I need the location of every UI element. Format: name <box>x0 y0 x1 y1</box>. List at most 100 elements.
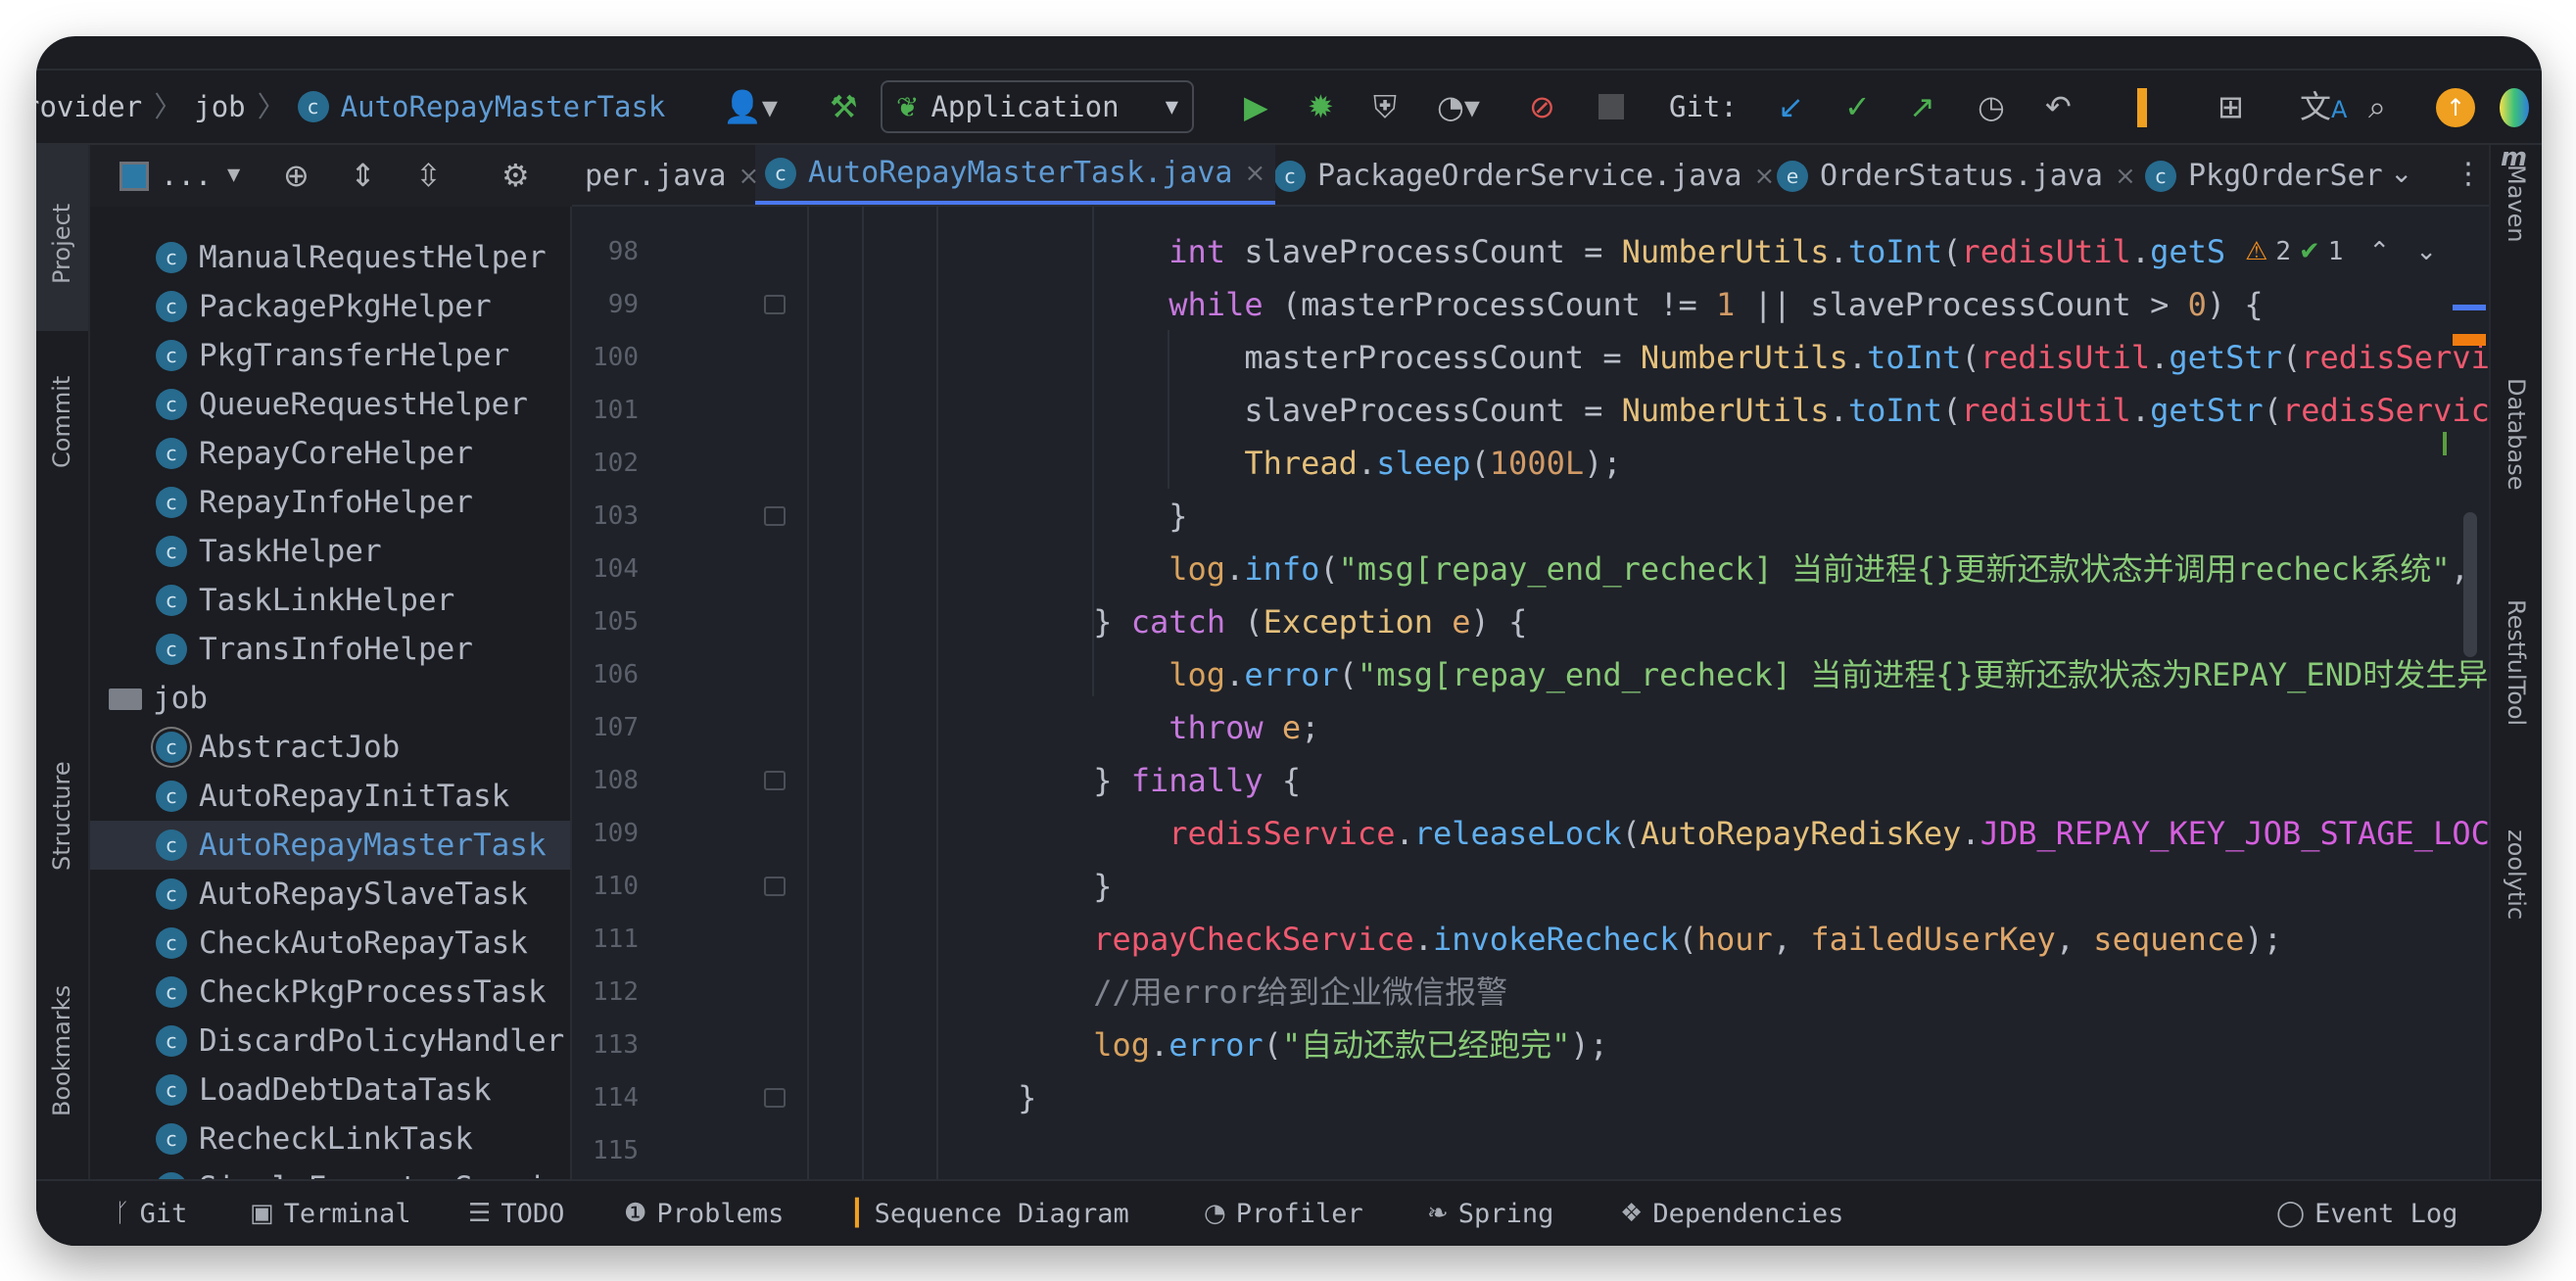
git-update-icon[interactable]: ↙ <box>1778 87 1804 126</box>
fold-marker-icon[interactable] <box>764 1088 786 1108</box>
editor-tab[interactable]: e OrderStatus.java × <box>1767 145 2146 205</box>
tool-window-terminal[interactable]: ▣ Terminal <box>250 1181 411 1246</box>
tool-window-problems[interactable]: ❶ Problems <box>624 1181 784 1246</box>
event-log-button[interactable]: ◯ Event Log <box>2276 1181 2457 1246</box>
search-icon[interactable]: ⌕ <box>2368 87 2386 126</box>
code-token: slaveProcessCount = <box>1225 233 1622 270</box>
project-view-icon[interactable] <box>119 162 149 191</box>
tree-item[interactable]: c TaskLinkHelper <box>90 576 570 625</box>
tool-database[interactable]: Database <box>2503 378 2530 491</box>
chevron-down-icon[interactable]: ▼ <box>227 163 240 187</box>
tool-window-profiler[interactable]: ◔ Profiler <box>1204 1181 1363 1246</box>
code-token: , <box>2055 921 2094 958</box>
expand-all-icon[interactable]: ⇕ <box>350 156 376 195</box>
fold-marker-icon[interactable] <box>764 877 786 896</box>
tree-item-label: AbstractJob <box>199 730 401 765</box>
fold-marker-icon[interactable] <box>764 295 786 314</box>
breadcrumb-package[interactable]: job <box>194 87 245 126</box>
project-view-select[interactable]: ... <box>161 156 212 195</box>
tree-item-label: AutoRepayInitTask <box>199 779 510 814</box>
tool-window-todo[interactable]: ☰ TODO <box>468 1181 564 1246</box>
gear-icon[interactable]: ⚙ <box>501 156 530 195</box>
code-editor[interactable]: 98 int slaveProcessCount = NumberUtils.to… <box>572 207 2489 1179</box>
collapse-all-icon[interactable]: ⇳ <box>415 156 442 195</box>
tree-item[interactable]: c QueueRequestHelper <box>90 380 570 429</box>
translate-icon[interactable]: 文A <box>2300 87 2347 129</box>
tool-window-sequence-diagram[interactable]: ┃ Sequence Diagram <box>849 1181 1129 1246</box>
tree-item[interactable]: c AutoRepaySlaveTask <box>90 870 570 919</box>
fold-marker-icon[interactable] <box>764 771 786 790</box>
history-icon[interactable]: ◷ <box>1978 87 2005 126</box>
class-icon: c <box>156 1172 187 1179</box>
user-icon[interactable]: 👤▾ <box>723 87 778 126</box>
tree-item[interactable]: c PkgTransferHelper <box>90 331 570 380</box>
add-bookmark-icon[interactable]: ⊞ <box>2218 87 2244 126</box>
git-push-icon[interactable]: ↗ <box>1909 87 1935 126</box>
hammer-icon[interactable]: ⚒ <box>830 87 858 126</box>
tree-item[interactable]: c PackagePkgHelper <box>90 282 570 331</box>
more-options-icon[interactable]: ⋮ <box>2454 157 2483 191</box>
tool-commit[interactable]: Commit <box>48 376 75 468</box>
previous-highlight-icon[interactable]: ⌃ <box>2368 232 2390 271</box>
editor-tab[interactable]: c AutoRepayMasterTask.java × <box>755 145 1276 205</box>
inspection-widget[interactable]: ⚠ 2 ✔ 1 ⌃ ⌄ <box>2237 232 2446 271</box>
tree-item[interactable]: c RecheckLinkTask <box>90 1115 570 1163</box>
sequence-diagram-icon[interactable] <box>2137 88 2147 127</box>
tool-window-git[interactable]: ᚴ Git <box>115 1181 187 1246</box>
tree-item[interactable]: job <box>90 674 570 723</box>
code-token: failedUserKey <box>1810 921 2056 958</box>
fold-marker-icon[interactable] <box>764 506 786 526</box>
tree-item[interactable]: c SimpleExecutorService <box>90 1163 570 1179</box>
profiler-icon: ◔ <box>1204 1199 1226 1228</box>
close-tab-icon[interactable]: × <box>2115 162 2136 191</box>
stop-icon[interactable] <box>1598 94 1624 119</box>
editor-tab[interactable]: c PackageOrderService.java × <box>1264 145 1785 205</box>
code-token: ( <box>1470 445 1490 482</box>
profile-icon[interactable]: ◔▾ <box>1437 87 1480 126</box>
tree-item[interactable]: c CheckPkgProcessTask <box>90 968 570 1017</box>
rollback-icon[interactable]: ↶ <box>2045 87 2072 126</box>
tree-item[interactable]: c CheckAutoRepayTask <box>90 919 570 968</box>
close-tab-icon[interactable]: × <box>739 162 760 191</box>
toolbox-logo-icon[interactable] <box>2500 88 2529 127</box>
editor-tab[interactable]: c PkgOrderSer <box>2135 145 2393 205</box>
tree-item[interactable]: c AbstractJob <box>90 723 570 772</box>
close-tab-icon[interactable]: × <box>1753 162 1775 191</box>
git-commit-icon[interactable]: ✓ <box>1844 87 1871 126</box>
debug-icon[interactable]: ✹ <box>1308 87 1334 126</box>
tree-item[interactable]: c ManualRequestHelper <box>90 233 570 282</box>
tool-window-label: Profiler <box>1235 1198 1363 1229</box>
breadcrumb-class[interactable]: AutoRepayMasterTask <box>341 87 666 126</box>
tool-window-dependencies[interactable]: ❖ Dependencies <box>1620 1181 1843 1246</box>
tree-item[interactable]: c AutoRepayMasterTask <box>90 821 570 870</box>
tree-item[interactable]: c RepayInfoHelper <box>90 478 570 527</box>
tool-structure[interactable]: Structure <box>48 761 75 871</box>
editor-tab[interactable]: per.java × <box>575 145 769 205</box>
tool-zoolytic[interactable]: zoolytic <box>2503 830 2530 920</box>
scroll-marker-warning[interactable] <box>2453 334 2486 346</box>
vertical-scrollbar[interactable] <box>2463 512 2477 657</box>
tabs-overflow-chevron-icon[interactable]: ⌄ <box>2390 157 2412 189</box>
breadcrumb-module[interactable]: rovider <box>36 87 142 126</box>
coverage-icon[interactable]: ⛨ <box>1373 87 1397 126</box>
run-configuration-select[interactable]: ❦ Application ▼ <box>881 80 1194 133</box>
locate-icon[interactable]: ⊕ <box>283 156 310 195</box>
update-icon[interactable]: ↑ <box>2436 88 2475 127</box>
tree-item[interactable]: c TaskHelper <box>90 527 570 576</box>
tool-restfultool[interactable]: RestfulTool <box>2503 599 2530 726</box>
tree-item[interactable]: c RepayCoreHelper <box>90 429 570 478</box>
run-icon[interactable]: ▶ <box>1244 87 1268 126</box>
tree-item[interactable]: c TransInfoHelper <box>90 625 570 674</box>
next-highlight-icon[interactable]: ⌄ <box>2415 232 2437 271</box>
scroll-marker-info[interactable] <box>2453 305 2486 310</box>
tree-item[interactable]: c AutoRepayInitTask <box>90 772 570 821</box>
tool-maven[interactable]: Maven <box>2503 165 2530 243</box>
tool-window-spring[interactable]: ❧ Spring <box>1427 1181 1553 1246</box>
close-tab-icon[interactable]: × <box>1244 159 1265 188</box>
tree-item[interactable]: c DiscardPolicyHandler <box>90 1017 570 1066</box>
tool-project[interactable]: Project <box>48 204 75 284</box>
code-token: 1000L <box>1489 445 1585 482</box>
tree-item[interactable]: c LoadDebtDataTask <box>90 1066 570 1115</box>
attach-debugger-icon[interactable]: ⊘ <box>1529 87 1555 126</box>
tool-bookmarks[interactable]: Bookmarks <box>48 985 75 1116</box>
